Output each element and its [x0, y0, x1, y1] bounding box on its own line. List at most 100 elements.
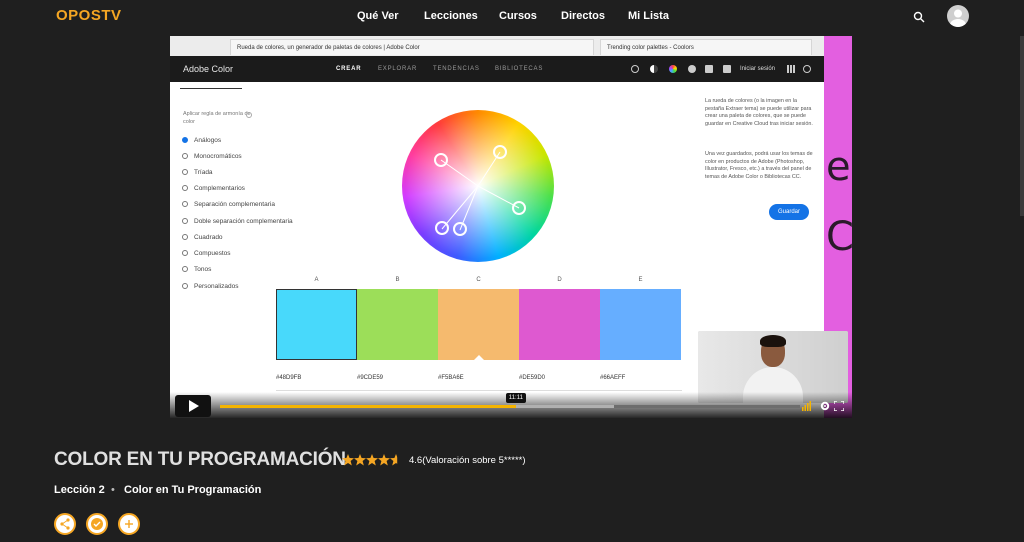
settings-icon[interactable] — [631, 65, 639, 73]
hex-value[interactable]: #9CDE59 — [357, 375, 383, 381]
adobe-nav-explorar[interactable]: EXPLORAR — [378, 66, 417, 72]
save-button[interactable]: Guardar — [769, 204, 809, 220]
rule-option-triada[interactable]: Tríada — [182, 168, 213, 178]
hex-value[interactable]: #F5BA6E — [438, 375, 464, 381]
progress-bar[interactable] — [220, 405, 516, 408]
nav-item-que-ver[interactable]: Qué Ver — [357, 10, 399, 22]
add-to-list-button[interactable] — [118, 513, 140, 535]
adobe-nav-bibliotecas[interactable]: BIBLIOTECAS — [495, 66, 543, 72]
divider — [276, 390, 682, 391]
side-letter: C — [826, 214, 852, 260]
share-button[interactable] — [54, 513, 76, 535]
rule-option-analogos[interactable]: Análogos — [182, 136, 221, 146]
adobe-nav-crear[interactable]: CREAR — [336, 66, 361, 72]
description-text: Una vez guardados, podrá usar los temas … — [705, 151, 813, 180]
nav-item-lecciones[interactable]: Lecciones — [424, 10, 478, 22]
hex-value[interactable]: #DE59D0 — [519, 375, 545, 381]
video-player[interactable]: Rueda de colores, un generador de paleta… — [170, 36, 852, 418]
rule-option-tonos[interactable]: Tonos — [182, 265, 211, 275]
complete-lesson-button[interactable] — [86, 513, 108, 535]
adobe-header: Adobe Color CREAR EXPLORAR TENDENCIAS BI… — [170, 56, 824, 82]
search-icon[interactable] — [913, 11, 925, 23]
swatch-label: C — [476, 277, 481, 283]
hex-value[interactable]: #48D9FB — [276, 375, 301, 381]
logo[interactable]: OPOSTV — [56, 7, 122, 24]
rule-option-monocromaticos[interactable]: Monocromáticos — [182, 152, 242, 162]
wheel-lines — [440, 151, 520, 231]
signin-link[interactable]: Iniciar sesión — [740, 66, 775, 72]
swatch-d[interactable] — [519, 289, 600, 360]
settings-gear-icon[interactable] — [820, 401, 830, 411]
adobe-nav-tendencias[interactable]: TENDENCIAS — [433, 66, 480, 72]
swatch-e[interactable] — [600, 289, 681, 360]
chat-icon[interactable] — [723, 65, 731, 73]
nav-item-cursos[interactable]: Cursos — [499, 10, 537, 22]
radio-selected-icon — [182, 137, 188, 144]
info-icon[interactable] — [246, 112, 252, 118]
top-nav: OPOSTV Qué Ver Lecciones Cursos Directos… — [0, 0, 1024, 34]
wheel-marker-d[interactable] — [453, 222, 467, 236]
swatch-label: A — [314, 277, 319, 283]
bookmark-icon[interactable] — [705, 65, 713, 73]
rule-label: Aplicar regla de armonía de color — [183, 111, 251, 125]
swatch-b[interactable] — [357, 289, 438, 360]
radio-icon — [182, 185, 188, 192]
browser-tab-coolors[interactable]: Trending color palettes - Coolors — [600, 39, 812, 55]
radio-icon — [182, 218, 188, 225]
lesson-name: Color en Tu Programación — [124, 484, 262, 496]
rule-option-separacion[interactable]: Separación complementaria — [182, 200, 275, 210]
swatch-label: D — [557, 277, 562, 283]
rule-option-personalizados[interactable]: Personalizados — [182, 282, 238, 292]
radio-icon — [182, 283, 188, 290]
plus-icon — [125, 520, 133, 528]
radio-icon — [182, 153, 188, 160]
radio-icon — [182, 169, 188, 176]
rule-option-cuadrado[interactable]: Cuadrado — [182, 233, 223, 243]
browser-tab-bar: Rueda de colores, un generador de paleta… — [170, 36, 852, 57]
wheel-marker-a[interactable] — [434, 153, 448, 167]
lesson-number[interactable]: Lección 2 — [54, 484, 105, 496]
swatch-c[interactable] — [438, 289, 519, 360]
apps-grid-icon[interactable] — [787, 65, 795, 73]
nav-item-directos[interactable]: Directos — [561, 10, 605, 22]
time-tooltip: 11:11 — [505, 393, 526, 403]
tab-underline — [180, 88, 242, 89]
rule-option-doble-separacion[interactable]: Doble separación complementaria — [182, 217, 293, 227]
play-button[interactable] — [175, 395, 211, 417]
radio-icon — [182, 266, 188, 273]
share-icon — [60, 518, 70, 530]
buffer-bar — [515, 405, 615, 408]
avatar[interactable] — [947, 5, 969, 27]
course-title: COLOR EN TU PROGRAMACIÓN — [54, 449, 346, 470]
side-letter: e — [826, 144, 851, 190]
contrast-icon[interactable] — [650, 65, 658, 73]
tab-title: Rueda de colores, un generador de paleta… — [237, 45, 420, 51]
base-color-indicator-icon — [474, 355, 484, 360]
radio-icon — [182, 234, 188, 241]
color-wheel-icon[interactable] — [669, 65, 677, 73]
fullscreen-icon[interactable] — [834, 401, 844, 411]
creative-cloud-icon[interactable] — [803, 65, 811, 73]
separator: • — [111, 484, 115, 496]
swatch-label: E — [638, 277, 643, 283]
swatch-label: B — [395, 277, 400, 283]
volume-icon[interactable] — [802, 401, 812, 411]
rating-stars-icon — [342, 454, 398, 466]
rule-option-compuestos[interactable]: Compuestos — [182, 249, 231, 259]
rule-option-complementarios[interactable]: Complementarios — [182, 184, 245, 194]
adobe-title[interactable]: Adobe Color — [183, 64, 233, 74]
swatch-a[interactable] — [276, 289, 357, 360]
check-icon — [91, 518, 103, 530]
description-text: La rueda de colores (o la imagen en la p… — [705, 98, 813, 127]
browser-tab-adobe[interactable]: Rueda de colores, un generador de paleta… — [230, 39, 594, 55]
wheel-marker-c[interactable] — [512, 201, 526, 215]
nav-item-mi-lista[interactable]: Mi Lista — [628, 10, 669, 22]
wheel-marker-b[interactable] — [493, 145, 507, 159]
page-scrollbar[interactable] — [1020, 36, 1024, 216]
wheel-marker-e[interactable] — [435, 221, 449, 235]
radio-icon — [182, 201, 188, 208]
hex-value[interactable]: #66AEFF — [600, 375, 625, 381]
help-icon[interactable] — [688, 65, 696, 73]
rating-text: 4.6(Valoración sobre 5*****) — [409, 455, 526, 466]
tab-title: Trending color palettes - Coolors — [607, 45, 694, 51]
